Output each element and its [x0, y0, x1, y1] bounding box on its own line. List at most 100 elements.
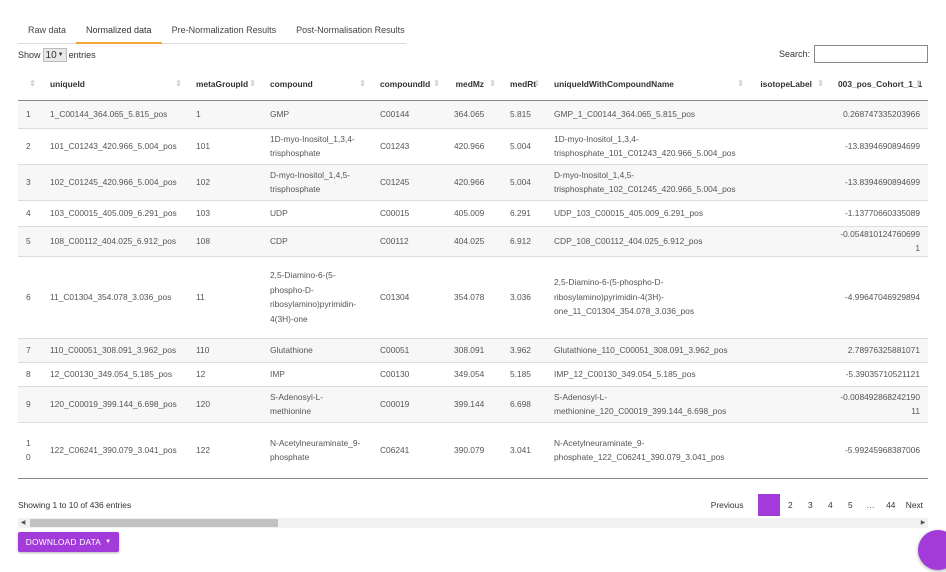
table-cell: [750, 199, 830, 226]
length-prefix: Show: [18, 50, 41, 60]
page-length-select[interactable]: 10 ▼: [42, 48, 67, 62]
column-header-label: compound: [270, 78, 313, 89]
sort-icon[interactable]: ⇕: [915, 79, 922, 88]
table-cell: -4.99647046929894: [830, 255, 928, 338]
sort-icon[interactable]: ⇕: [249, 79, 256, 88]
scroll-right-icon[interactable]: ▶: [918, 518, 928, 528]
table-cell: UDP: [262, 199, 372, 226]
table-cell: 3.036: [502, 255, 546, 338]
sort-icon[interactable]: ⇕: [533, 79, 540, 88]
tab-pre-normalization-results[interactable]: Pre-Normalization Results: [162, 18, 287, 44]
column-header[interactable]: medMz ⇕: [446, 68, 502, 101]
table-cell: [750, 225, 830, 256]
page-button-1[interactable]: 1: [758, 494, 781, 516]
table-row[interactable]: 6 11_C01304_354.078_3.036_pos 11 2,5-Diamin…: [18, 255, 928, 338]
table-row[interactable]: 9 120_C00019_399.144_6.698_pos 120 S-Adenos…: [18, 385, 928, 422]
table-cell: 1D-myo-Inositol_1,3,4-trisphosphate_101_…: [546, 127, 750, 164]
table-cell: -5.99245968387006: [830, 421, 928, 479]
column-header[interactable]: uniqueIdWithCompoundName ⇕: [546, 68, 750, 101]
table-cell: [750, 361, 830, 386]
table-cell: D-myo-Inositol_1,4,5-trisphosphate_102_C…: [546, 163, 750, 200]
scrollbar-thumb[interactable]: [30, 519, 278, 527]
table-cell: 399.144: [446, 385, 502, 422]
sort-icon[interactable]: ⇕: [737, 79, 744, 88]
column-header[interactable]: isotopeLabel ⇕: [750, 68, 830, 101]
sort-icon[interactable]: ⇕: [489, 79, 496, 88]
column-header[interactable]: compoundId ⇕: [372, 68, 446, 101]
page-button-4[interactable]: 4: [820, 494, 840, 516]
table-row[interactable]: 1 1_C00144_364.065_5.815_pos 1 GMP C00144 364…: [18, 99, 928, 128]
tab-post-normalisation-results[interactable]: Post-Normalisation Results: [286, 18, 415, 44]
table-cell: S-Adenosyl-L-methionine_120_C00019_399.1…: [546, 385, 750, 422]
table-row[interactable]: 10 122_C06241_390.079_3.041_pos 122 N-Acety…: [18, 421, 928, 479]
table-cell: GMP_1_C00144_364.065_5.815_pos: [546, 99, 750, 128]
table-cell: 102_C01245_420.966_5.004_pos: [42, 163, 188, 200]
table-cell: [750, 127, 830, 164]
table-cell: C06241: [372, 421, 446, 479]
column-header[interactable]: 003_pos_Cohort_1_1 ⇕: [830, 68, 928, 101]
sort-icon[interactable]: ⇕: [817, 79, 824, 88]
table-cell: 122_C06241_390.079_3.041_pos: [42, 421, 188, 479]
table-row[interactable]: 7 110_C00051_308.091_3.962_pos 110 Glutathi…: [18, 337, 928, 362]
table-cell: 2: [18, 127, 42, 164]
tab-normalized-data[interactable]: Normalized data: [76, 18, 162, 44]
sort-icon[interactable]: ⇕: [29, 79, 36, 88]
page-button-3[interactable]: 3: [800, 494, 820, 516]
column-header[interactable]: medRt ⇕: [502, 68, 546, 101]
horizontal-scrollbar[interactable]: ◀ ▶: [18, 518, 928, 528]
page-button-2[interactable]: 2: [780, 494, 800, 516]
table-cell: 12_C00130_349.054_5.185_pos: [42, 361, 188, 386]
table-row[interactable]: 8 12_C00130_349.054_5.185_pos 12 IMP C00130 3…: [18, 361, 928, 386]
download-data-button[interactable]: DOWNLOAD DATA ▼: [18, 532, 119, 552]
table-row[interactable]: 4 103_C00015_405.009_6.291_pos 103 UDP C0001…: [18, 199, 928, 226]
table-cell: -13.8394690894699: [830, 163, 928, 200]
table-cell: 120_C00019_399.144_6.698_pos: [42, 385, 188, 422]
table-cell: [750, 255, 830, 338]
table-cell: 6.291: [502, 199, 546, 226]
table-cell: C00144: [372, 99, 446, 128]
previous-button[interactable]: Previous: [706, 494, 749, 516]
next-button[interactable]: Next: [901, 494, 928, 516]
tab-bar: Raw data Normalized data Pre-Normalization…: [18, 18, 406, 44]
page-length-control: Show 10 ▼ entries: [18, 46, 96, 64]
scroll-left-icon[interactable]: ◀: [18, 518, 28, 528]
table-cell: 6.698: [502, 385, 546, 422]
sort-icon[interactable]: ⇕: [359, 79, 366, 88]
column-header-label: medMz: [455, 78, 484, 89]
search-control: Search:: [779, 45, 928, 63]
table-cell: 6: [18, 255, 42, 338]
table-cell: [750, 421, 830, 479]
table-row[interactable]: 2 101_C01243_420.966_5.004_pos 101 1D-myo-I…: [18, 127, 928, 164]
table-cell: 9: [18, 385, 42, 422]
tab-raw-data[interactable]: Raw data: [18, 18, 76, 44]
search-input[interactable]: [814, 45, 928, 63]
page-list: 1 2 3 4 5 … 44: [758, 494, 900, 516]
table-cell: 308.091: [446, 337, 502, 362]
column-header[interactable]: uniqueId ⇕: [42, 68, 188, 101]
length-suffix: entries: [68, 50, 96, 60]
table-row[interactable]: 5 108_C00112_404.025_6.912_pos 108 CDP C0011…: [18, 225, 928, 256]
table-cell: -0.0548101247606991: [830, 225, 928, 256]
sort-icon[interactable]: ⇕: [175, 79, 182, 88]
table-cell: 1: [18, 99, 42, 128]
table-cell: Glutathione: [262, 337, 372, 362]
column-header[interactable]: compound ⇕: [262, 68, 372, 101]
table-cell: 5.004: [502, 163, 546, 200]
table-cell: N-Acetylneuraminate_9-phosphate: [262, 421, 372, 479]
page-length-value: 10: [45, 49, 57, 61]
table-cell: 101_C01243_420.966_5.004_pos: [42, 127, 188, 164]
table-body: 1 1_C00144_364.065_5.815_pos 1 GMP C00144 364…: [18, 99, 928, 479]
table-cell: 103_C00015_405.009_6.291_pos: [42, 199, 188, 226]
sort-icon[interactable]: ⇕: [433, 79, 440, 88]
table-cell: 110_C00051_308.091_3.962_pos: [42, 337, 188, 362]
table-cell: 2,5-Diamino-6-(5-phospho-D-ribosylamino)…: [546, 255, 750, 338]
table-cell: 12: [188, 361, 262, 386]
column-header[interactable]: ⇕: [18, 68, 42, 101]
table-cell: C00112: [372, 225, 446, 256]
page-button-44[interactable]: 44: [881, 494, 901, 516]
column-header-label: isotopeLabel: [760, 78, 812, 89]
column-header[interactable]: metaGroupId ⇕: [188, 68, 262, 101]
floating-action-button[interactable]: [918, 530, 946, 570]
table-row[interactable]: 3 102_C01245_420.966_5.004_pos 102 D-myo-In…: [18, 163, 928, 200]
page-button-5[interactable]: 5: [840, 494, 860, 516]
